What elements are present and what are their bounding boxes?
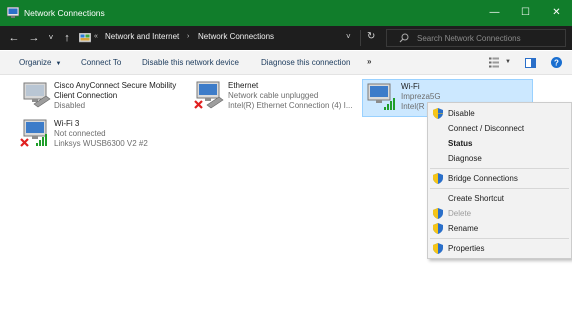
svg-text:?: ?: [554, 59, 559, 68]
menu-item-status[interactable]: Status: [428, 136, 571, 151]
address-bar: ← → ˅ ↑ « Network and Internet › Network…: [0, 26, 572, 50]
search-icon: [399, 33, 409, 43]
menu-item-connect-disconnect[interactable]: Connect / Disconnect: [428, 121, 571, 136]
menu-item-label: Diagnose: [448, 154, 482, 163]
change-view-icon[interactable]: [489, 57, 499, 68]
minimize-button[interactable]: —: [479, 0, 510, 26]
ethernet-adapter-icon: [194, 81, 224, 109]
uac-shield-icon: [433, 223, 443, 234]
menu-item-label: Status: [448, 139, 473, 148]
connection-device: Intel(R: [401, 102, 425, 111]
menu-item-properties[interactable]: Properties: [428, 241, 571, 256]
menu-item-rename[interactable]: Rename: [428, 221, 571, 236]
maximize-button[interactable]: ☐: [510, 0, 541, 26]
connection-device: Intel(R) Ethernet Connection (4) I...: [228, 101, 353, 110]
network-adapter-icon: [23, 82, 51, 108]
menu-item-bridge-connections[interactable]: Bridge Connections: [428, 171, 571, 186]
connection-name: Cisco AnyConnect Secure Mobility: [54, 81, 177, 90]
diagnose-connection-button[interactable]: Diagnose this connection: [261, 58, 350, 67]
network-connections-icon: [7, 7, 19, 18]
uac-shield-icon: [433, 173, 443, 184]
menu-separator: [430, 188, 569, 189]
menu-item-label: Create Shortcut: [448, 194, 505, 203]
connection-status: Not connected: [54, 129, 106, 138]
menu-item-label: Properties: [448, 244, 485, 253]
chevron-down-icon: ▼: [55, 61, 62, 67]
breadcrumb-network-connections[interactable]: Network Connections: [198, 32, 274, 41]
context-menu: Disable Connect / Disconnect Status Diag…: [427, 102, 572, 259]
uac-shield-icon: [433, 243, 443, 254]
up-button[interactable]: ↑: [61, 31, 73, 45]
menu-separator: [430, 238, 569, 239]
breadcrumb-network-and-internet[interactable]: Network and Internet: [105, 32, 179, 41]
refresh-button[interactable]: ↻: [367, 31, 375, 42]
connect-to-button[interactable]: Connect To: [81, 58, 121, 67]
connection-name: Wi-Fi: [401, 82, 420, 91]
connection-status: Disabled: [54, 101, 86, 110]
search-box[interactable]: [386, 29, 566, 47]
menu-item-label: Bridge Connections: [448, 174, 518, 183]
search-input[interactable]: [417, 32, 562, 44]
connection-name: Wi-Fi 3: [54, 119, 80, 128]
organize-label: Organize: [19, 58, 52, 67]
connection-wifi-3[interactable]: Wi-Fi 3 Not connected Linksys WUSB6300 V…: [20, 118, 180, 154]
help-icon[interactable]: ?: [551, 57, 562, 68]
menu-item-disable[interactable]: Disable: [428, 106, 571, 121]
menu-item-label: Disable: [448, 109, 475, 118]
view-options-chevron-icon[interactable]: ▼: [505, 59, 511, 65]
breadcrumb-overflow[interactable]: «: [94, 33, 98, 40]
menu-item-delete: Delete: [428, 206, 571, 221]
menu-item-create-shortcut[interactable]: Create Shortcut: [428, 191, 571, 206]
more-commands-button[interactable]: »: [367, 57, 371, 66]
connection-name: Ethernet: [228, 81, 259, 90]
connection-device: Linksys WUSB6300 V2 #2: [54, 139, 148, 148]
window-title: Network Connections: [24, 8, 105, 18]
connection-cisco-anyconnect[interactable]: Cisco AnyConnect Secure Mobility Client …: [20, 80, 180, 116]
connection-ethernet[interactable]: Ethernet Network cable unplugged Intel(R…: [193, 80, 358, 116]
connection-status: Network cable unplugged: [228, 91, 319, 100]
menu-item-label: Rename: [448, 224, 479, 233]
wifi-adapter-icon: [367, 83, 395, 110]
preview-pane-icon[interactable]: [525, 58, 536, 68]
organize-menu[interactable]: Organize ▼: [19, 58, 61, 67]
connection-status: Impreza5G: [401, 92, 441, 101]
back-button[interactable]: ←: [8, 31, 20, 45]
menu-item-diagnose[interactable]: Diagnose: [428, 151, 571, 166]
disable-device-button[interactable]: Disable this network device: [142, 58, 239, 67]
uac-shield-icon: [433, 108, 443, 119]
menu-separator: [430, 168, 569, 169]
close-button[interactable]: ✕: [541, 0, 572, 26]
title-bar: Network Connections — ☐ ✕: [0, 0, 572, 26]
uac-shield-icon: [433, 208, 443, 219]
breadcrumb-separator: ›: [187, 33, 190, 40]
command-bar: Organize ▼ Connect To Disable this networ…: [0, 51, 572, 75]
forward-button[interactable]: →: [28, 31, 40, 45]
recent-locations-button[interactable]: ˅: [45, 31, 57, 45]
control-panel-icon: [79, 33, 91, 43]
connection-name-line2: Client Connection: [54, 91, 118, 100]
wifi-adapter-icon: [20, 119, 47, 147]
address-divider: [360, 30, 361, 46]
address-dropdown-button[interactable]: ˅: [346, 32, 351, 41]
menu-item-label: Delete: [448, 209, 472, 218]
menu-item-label: Connect / Disconnect: [448, 124, 525, 133]
